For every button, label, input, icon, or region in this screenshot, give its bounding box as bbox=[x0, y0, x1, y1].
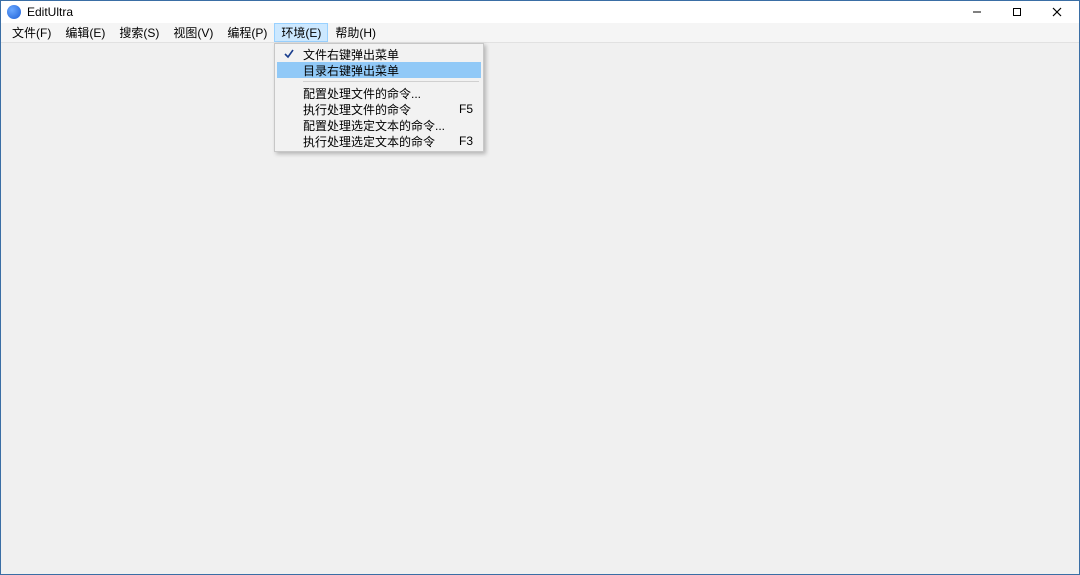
menu-file[interactable]: 文件(F) bbox=[5, 23, 58, 42]
minimize-button[interactable] bbox=[957, 1, 997, 23]
popup-item-run-file-command[interactable]: 执行处理文件的命令 F5 bbox=[277, 101, 481, 117]
environment-popup: 文件右键弹出菜单 目录右键弹出菜单 配置处理文件的命令... 执行处理文件的命令… bbox=[274, 43, 484, 152]
check-icon bbox=[283, 48, 295, 60]
app-icon bbox=[7, 5, 21, 19]
menu-view[interactable]: 视图(V) bbox=[166, 23, 220, 42]
popup-item-label: 执行处理文件的命令 bbox=[303, 101, 411, 118]
menubar: 文件(F) 编辑(E) 搜索(S) 视图(V) 编程(P) 环境(E) 帮助(H… bbox=[1, 23, 1079, 43]
popup-item-label: 目录右键弹出菜单 bbox=[303, 62, 399, 79]
menu-help[interactable]: 帮助(H) bbox=[328, 23, 383, 42]
window-title: EditUltra bbox=[27, 5, 957, 19]
maximize-button[interactable] bbox=[997, 1, 1037, 23]
menu-label: 搜索(S) bbox=[119, 24, 159, 41]
popup-item-shortcut: F3 bbox=[435, 134, 473, 148]
menu-label: 编辑(E) bbox=[65, 24, 105, 41]
menu-program[interactable]: 编程(P) bbox=[220, 23, 274, 42]
popup-item-label: 执行处理选定文本的命令 bbox=[303, 133, 435, 150]
titlebar: EditUltra bbox=[1, 1, 1079, 23]
popup-item-dir-context-menu[interactable]: 目录右键弹出菜单 bbox=[277, 62, 481, 78]
menu-label: 视图(V) bbox=[173, 24, 213, 41]
window-controls bbox=[957, 1, 1077, 23]
menu-label: 编程(P) bbox=[227, 24, 267, 41]
popup-item-shortcut: F5 bbox=[435, 102, 473, 116]
menu-label: 帮助(H) bbox=[335, 24, 376, 41]
menu-environment[interactable]: 环境(E) bbox=[274, 23, 328, 42]
close-button[interactable] bbox=[1037, 1, 1077, 23]
popup-item-run-selection-command[interactable]: 执行处理选定文本的命令 F3 bbox=[277, 133, 481, 149]
popup-item-label: 配置处理文件的命令... bbox=[303, 85, 421, 102]
menu-label: 环境(E) bbox=[281, 24, 321, 41]
popup-item-label: 文件右键弹出菜单 bbox=[303, 46, 399, 63]
menu-label: 文件(F) bbox=[12, 24, 51, 41]
menu-edit[interactable]: 编辑(E) bbox=[58, 23, 112, 42]
popup-separator bbox=[303, 81, 479, 82]
popup-item-file-context-menu[interactable]: 文件右键弹出菜单 bbox=[277, 46, 481, 62]
popup-item-config-file-command[interactable]: 配置处理文件的命令... bbox=[277, 85, 481, 101]
popup-item-label: 配置处理选定文本的命令... bbox=[303, 117, 445, 134]
client-area bbox=[1, 43, 1079, 574]
menu-search[interactable]: 搜索(S) bbox=[112, 23, 166, 42]
popup-item-config-selection-command[interactable]: 配置处理选定文本的命令... bbox=[277, 117, 481, 133]
